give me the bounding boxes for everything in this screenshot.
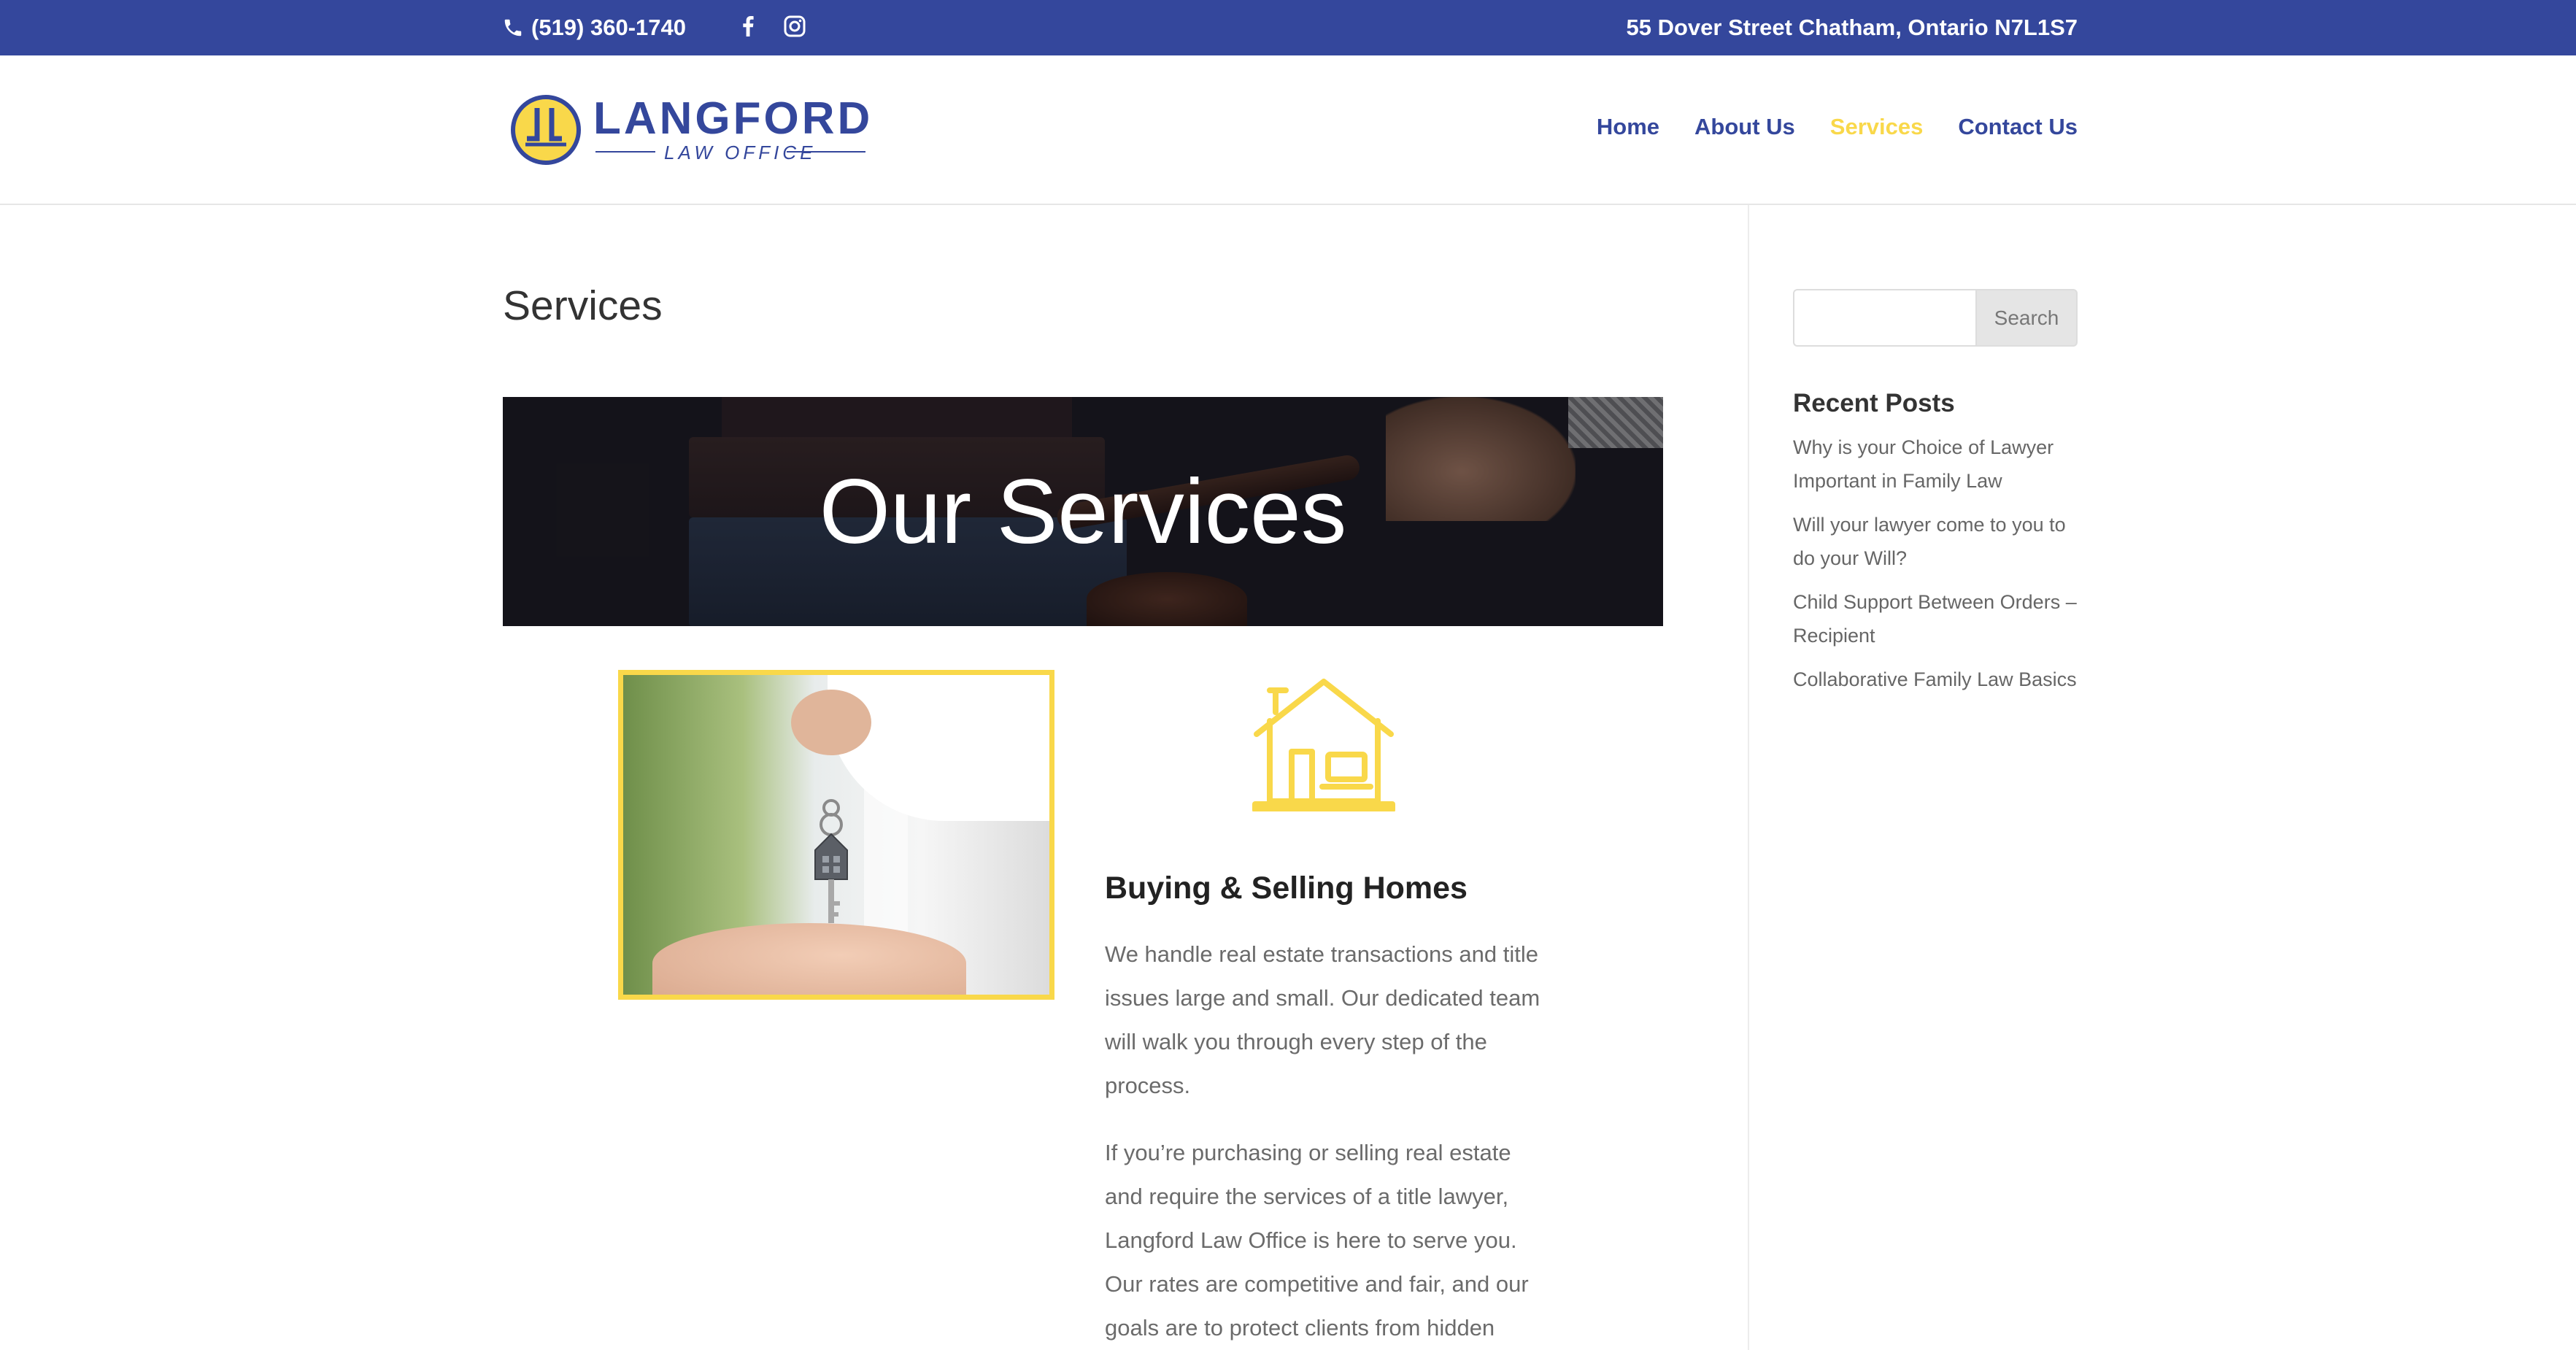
logo-name: LANGFORD xyxy=(593,93,868,144)
recent-post-link[interactable]: Will your lawyer come to you to do your … xyxy=(1793,508,2085,575)
nav-contact-us[interactable]: Contact Us xyxy=(1958,114,2078,140)
search-button[interactable]: Search xyxy=(1975,289,2078,347)
search-form: Search xyxy=(1793,289,2078,347)
recent-post-link[interactable]: Collaborative Family Law Basics xyxy=(1793,663,2085,696)
top-bar: (519) 360-1740 55 Dover Street Chatham, … xyxy=(0,0,2576,55)
service-description: We handle real estate transactions and t… xyxy=(1105,941,1540,1098)
service-photo xyxy=(618,670,1054,1000)
page-title: Services xyxy=(503,282,663,329)
nav-home[interactable]: Home xyxy=(1597,114,1659,140)
sidebar-divider xyxy=(1748,205,1749,1350)
hero-banner: Our Services xyxy=(503,397,1663,626)
recent-posts-title: Recent Posts xyxy=(1793,389,1955,417)
recent-posts-list: Why is your Choice of Lawyer Important i… xyxy=(1793,431,2085,706)
phone-icon xyxy=(504,19,522,36)
nav-services[interactable]: Services xyxy=(1830,114,1924,140)
main-nav: Home About Us Services Contact Us xyxy=(1597,114,2078,140)
house-key-icon xyxy=(814,799,848,923)
nav-about-us[interactable]: About Us xyxy=(1694,114,1795,140)
hero-title: Our Services xyxy=(819,460,1347,563)
house-icon xyxy=(1252,679,1395,811)
recent-post-link[interactable]: Why is your Choice of Lawyer Important i… xyxy=(1793,431,2085,498)
recent-post-link[interactable]: Child Support Between Orders – Recipient xyxy=(1793,585,2085,652)
facebook-icon[interactable] xyxy=(737,10,759,42)
site-header: LANGFORD LAW OFFICE Home About Us Servic… xyxy=(0,55,2576,205)
logo[interactable]: LANGFORD LAW OFFICE xyxy=(509,93,870,166)
phone-number: (519) 360-1740 xyxy=(531,15,686,40)
service-title: Buying & Selling Homes xyxy=(1105,871,1468,906)
service-details: If you’re purchasing or selling real est… xyxy=(1105,1140,1529,1341)
office-address: 55 Dover Street Chatham, Ontario N7L1S7 xyxy=(1626,15,2078,40)
search-input[interactable] xyxy=(1793,289,1975,347)
instagram-icon[interactable] xyxy=(781,10,809,42)
phone-link[interactable]: (519) 360-1740 xyxy=(502,12,686,44)
